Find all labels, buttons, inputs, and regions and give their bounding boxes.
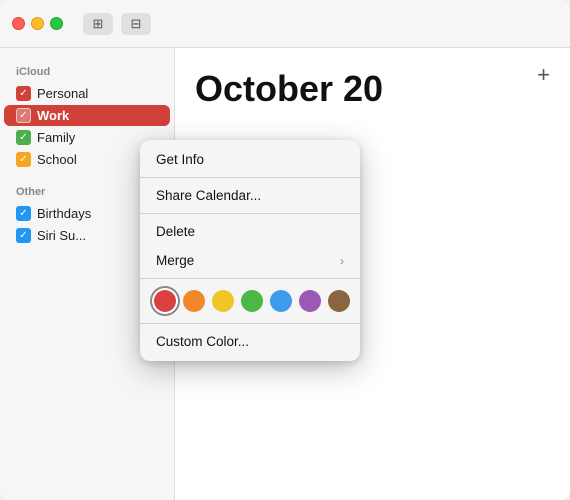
checkbox-school[interactable]: ✓	[16, 152, 31, 167]
sidebar-item-label-birthdays: Birthdays	[37, 206, 91, 221]
swatch-orange[interactable]	[183, 290, 205, 312]
menu-item-merge-label: Merge	[156, 253, 194, 268]
merge-arrow-icon: ›	[340, 254, 344, 268]
swatch-purple[interactable]	[299, 290, 321, 312]
sidebar-item-label-personal: Personal	[37, 86, 88, 101]
menu-item-share-calendar[interactable]: Share Calendar...	[140, 181, 360, 210]
swatch-green[interactable]	[241, 290, 263, 312]
title-bar-icons: ⊞ ⊟	[83, 13, 151, 35]
menu-separator-2	[140, 213, 360, 214]
swatch-yellow[interactable]	[212, 290, 234, 312]
menu-item-get-info-label: Get Info	[156, 152, 204, 167]
sidebar-item-label-school: School	[37, 152, 77, 167]
checkbox-birthdays[interactable]: ✓	[16, 206, 31, 221]
menu-item-custom-color-label: Custom Color...	[156, 334, 249, 349]
add-event-button[interactable]: +	[537, 62, 550, 88]
sidebar-item-label-work: Work	[37, 108, 69, 123]
menu-item-delete-label: Delete	[156, 224, 195, 239]
menu-separator-4	[140, 323, 360, 324]
menu-separator-1	[140, 177, 360, 178]
maximize-button[interactable]	[50, 17, 63, 30]
swatch-brown[interactable]	[328, 290, 350, 312]
menu-item-custom-color[interactable]: Custom Color...	[140, 327, 360, 356]
checkbox-work[interactable]: ✓	[16, 108, 31, 123]
traffic-lights	[12, 17, 63, 30]
sidebar-item-label-siri: Siri Su...	[37, 228, 86, 243]
title-bar: ⊞ ⊟	[0, 0, 570, 48]
calendar-header: October 20	[175, 48, 570, 120]
grid-icon[interactable]: ⊞	[83, 13, 113, 35]
color-swatches	[140, 282, 360, 320]
swatch-red[interactable]	[154, 290, 176, 312]
checkbox-siri[interactable]: ✓	[16, 228, 31, 243]
menu-item-get-info[interactable]: Get Info	[140, 145, 360, 174]
app-window: ⊞ ⊟ iCloud ✓ Personal ✓ Work ✓ Family	[0, 0, 570, 500]
sidebar-item-label-family: Family	[37, 130, 75, 145]
swatch-blue[interactable]	[270, 290, 292, 312]
menu-item-share-label: Share Calendar...	[156, 188, 261, 203]
menu-item-delete[interactable]: Delete	[140, 217, 360, 246]
menu-item-merge[interactable]: Merge ›	[140, 246, 360, 275]
checkbox-family[interactable]: ✓	[16, 130, 31, 145]
menu-separator-3	[140, 278, 360, 279]
context-menu: Get Info Share Calendar... Delete Merge …	[140, 140, 360, 361]
sidebar-section-icloud: iCloud	[0, 60, 174, 82]
minimize-button[interactable]	[31, 17, 44, 30]
sidebar-item-personal[interactable]: ✓ Personal	[4, 83, 170, 104]
close-button[interactable]	[12, 17, 25, 30]
sidebar-item-work[interactable]: ✓ Work	[4, 105, 170, 126]
inbox-icon[interactable]: ⊟	[121, 13, 151, 35]
checkbox-personal[interactable]: ✓	[16, 86, 31, 101]
calendar-month-title: October 20	[195, 68, 383, 110]
